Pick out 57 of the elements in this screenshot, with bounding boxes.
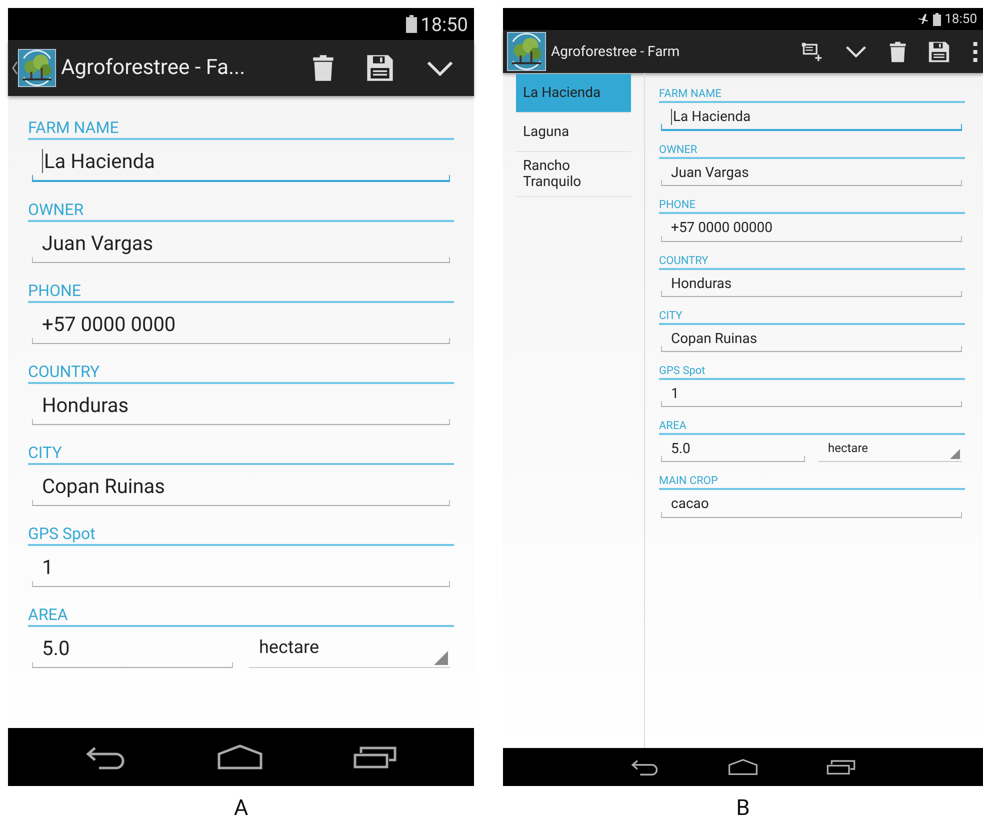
dropdown-corner-icon: [434, 651, 448, 666]
airplane-icon: [916, 13, 929, 25]
home-icon[interactable]: [728, 758, 758, 776]
field-label: OWNER: [28, 200, 454, 222]
field-label: PHONE: [659, 198, 965, 214]
battery-icon: [932, 12, 941, 26]
delete-icon[interactable]: [312, 54, 334, 82]
input-field[interactable]: La Hacienda: [32, 148, 450, 182]
recents-icon[interactable]: [826, 759, 856, 775]
back-caret-icon[interactable]: [12, 61, 18, 75]
unit-dropdown[interactable]: hectare: [818, 440, 962, 462]
add-frame-icon[interactable]: [800, 40, 823, 62]
input-field[interactable]: 5.0: [661, 440, 805, 462]
more-icon[interactable]: [972, 40, 979, 62]
farm-list-item[interactable]: La Hacienda: [516, 74, 631, 113]
figure-caption: B: [736, 796, 750, 821]
field-label: COUNTRY: [28, 362, 454, 384]
input-field[interactable]: +57 0000 00000: [661, 219, 962, 242]
field-label: PHONE: [28, 281, 454, 303]
app-logo-icon[interactable]: [18, 49, 56, 87]
farm-list-item[interactable]: Laguna: [516, 113, 631, 152]
back-icon[interactable]: [85, 744, 127, 770]
app-logo-icon[interactable]: [507, 32, 546, 71]
field-label: CITY: [28, 443, 454, 465]
text-cursor: [671, 109, 672, 126]
text-cursor: [42, 149, 43, 173]
input-field[interactable]: Copan Ruinas: [661, 330, 962, 352]
farm-list-item[interactable]: Rancho Tranquilo: [516, 152, 631, 197]
field-label: COUNTRY: [659, 254, 965, 270]
delete-icon[interactable]: [888, 40, 906, 62]
figure-caption: A: [234, 796, 248, 821]
recents-icon[interactable]: [353, 745, 397, 769]
battery-icon: [406, 15, 417, 33]
save-icon[interactable]: [366, 54, 394, 82]
status-time: 18:50: [420, 12, 468, 36]
field-label: MAIN CROP: [659, 474, 965, 490]
app-title: Agroforestree - Fa...: [61, 56, 246, 80]
back-icon[interactable]: [630, 758, 660, 776]
app-title: Agroforestree - Farm: [551, 44, 681, 60]
input-field[interactable]: Juan Vargas: [661, 164, 962, 186]
field-label: FARM NAME: [659, 87, 965, 103]
input-field[interactable]: La Hacienda: [661, 108, 962, 132]
field-label: GPS Spot: [28, 524, 454, 546]
status-time: 18:50: [944, 12, 977, 26]
field-label: OWNER: [659, 143, 965, 160]
input-field[interactable]: Honduras: [661, 274, 962, 297]
dropdown-corner-icon: [950, 449, 960, 460]
field-label: CITY: [659, 308, 965, 325]
field-label: FARM NAME: [28, 118, 454, 140]
unit-dropdown[interactable]: hectare: [249, 635, 450, 668]
home-icon[interactable]: [217, 744, 263, 770]
field-label: AREA: [28, 605, 454, 627]
chevron-down-icon[interactable]: [844, 44, 867, 58]
field-label: AREA: [659, 419, 965, 436]
save-icon[interactable]: [928, 40, 950, 62]
field-label: GPS Spot: [659, 364, 965, 380]
chevron-down-icon[interactable]: [426, 60, 454, 76]
